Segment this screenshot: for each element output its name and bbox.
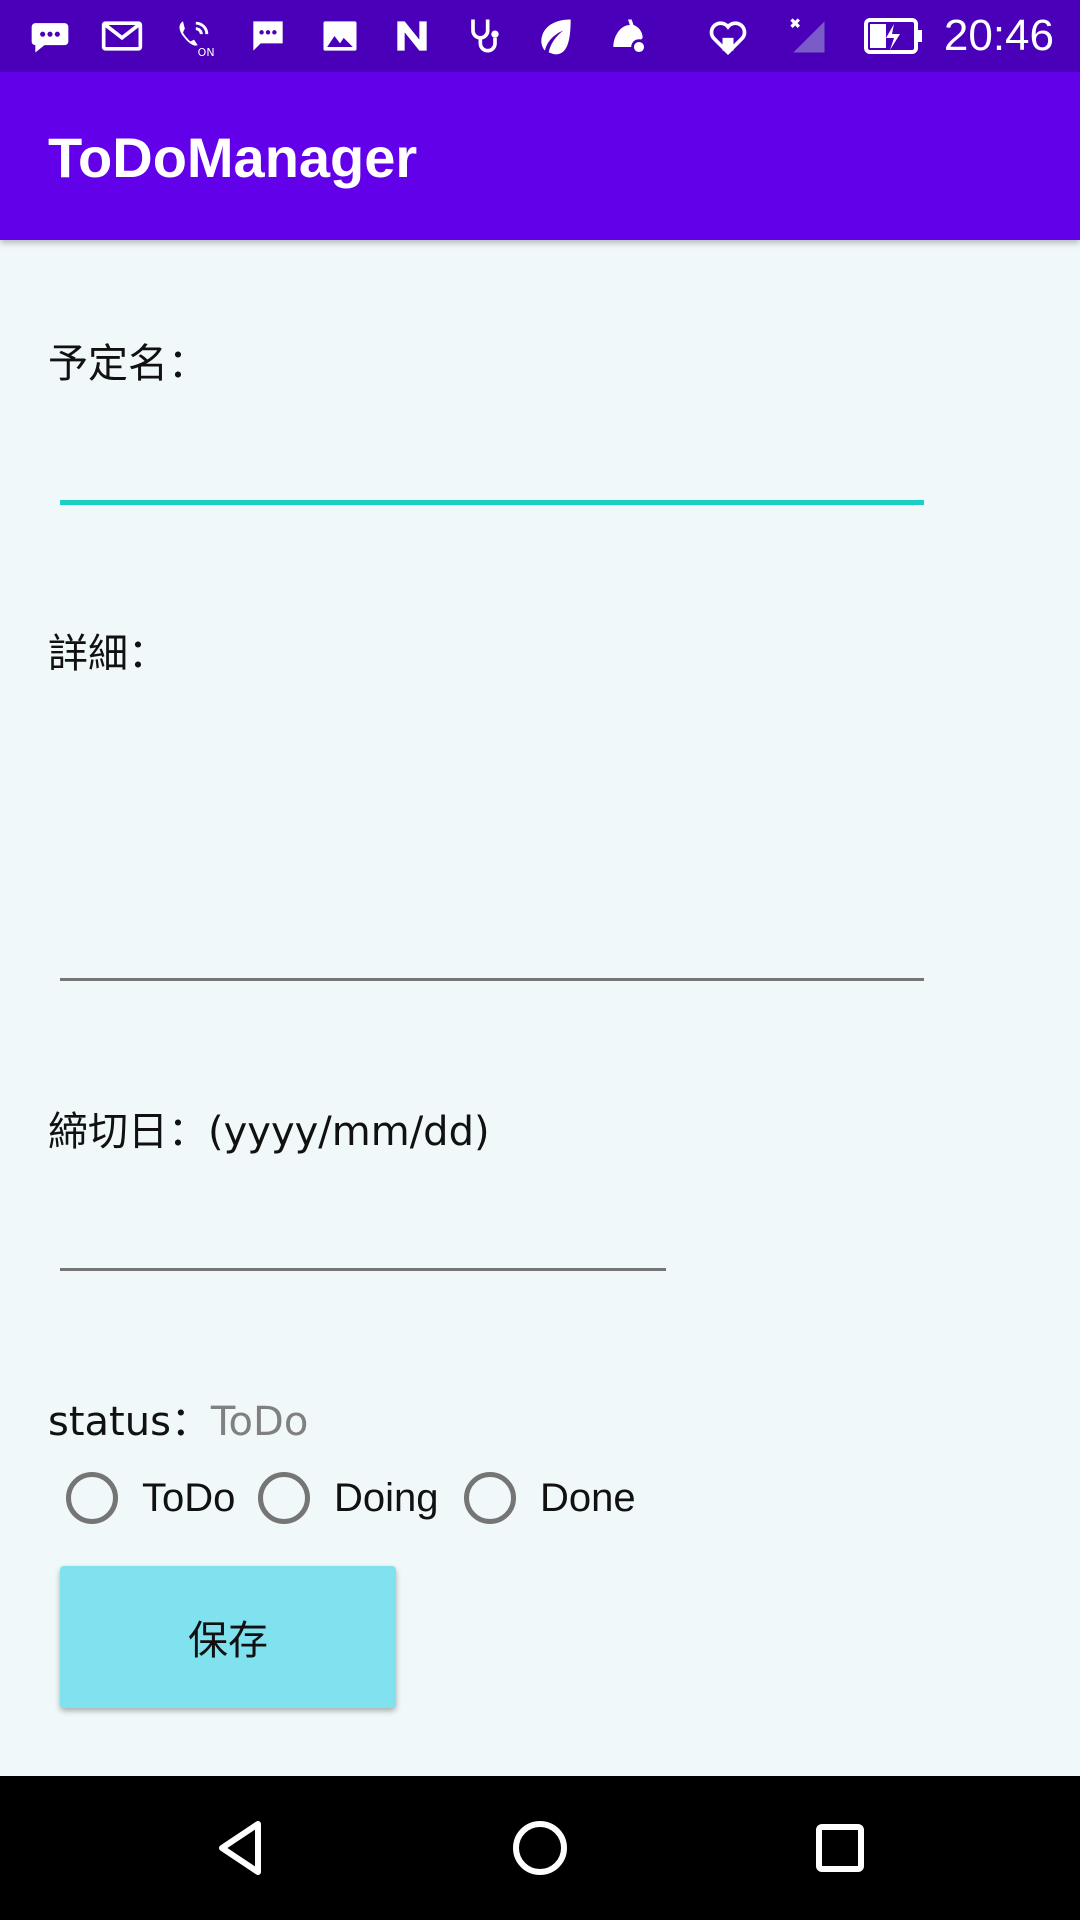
home-icon[interactable] [504,1812,576,1884]
status-label: status： [48,1399,211,1445]
back-icon[interactable] [204,1812,276,1884]
radio-todo[interactable]: ToDo [66,1466,235,1530]
radio-label-doing: Doing [334,1475,439,1520]
radio-label-done: Done [540,1475,636,1520]
android-settings-icon [606,14,650,58]
gmail-icon [100,14,144,58]
detail-input-underline [60,978,924,981]
due-date-input[interactable] [60,1200,670,1262]
n-logo-icon [390,14,434,58]
due-date-label: 締切日：(yyyy/mm/dd) [48,1109,490,1155]
status-value: ToDo [210,1399,309,1445]
sms-icon [246,14,290,58]
chat-bubble-icon [28,14,72,58]
radio-circle-icon[interactable] [66,1472,118,1524]
navigation-bar [0,1776,1080,1920]
radio-label-todo: ToDo [142,1475,236,1520]
radio-circle-icon[interactable] [258,1472,310,1524]
radio-done[interactable]: Done [464,1466,636,1530]
title-label: 予定名： [48,341,208,387]
no-signal-icon [786,14,830,58]
battery-charging-icon [864,14,924,58]
detail-label: 詳細： [48,631,168,677]
gallery-icon [318,14,362,58]
heart-shield-icon [706,14,750,58]
save-button[interactable]: 保存 [60,1566,396,1708]
app-title: ToDoManager [48,126,418,189]
due-date-input-underline [60,1268,666,1271]
status-line: status：ToDo [48,1396,308,1448]
app-bar: ToDoManager [0,72,1080,240]
title-input[interactable] [60,430,928,492]
recents-icon[interactable] [804,1812,876,1884]
radio-circle-icon[interactable] [464,1472,516,1524]
clock: 20:46 [943,11,1054,60]
status-bar: ON 20:46 [0,0,1080,72]
leaf-icon [534,14,578,58]
stethoscope-icon [462,14,506,58]
svg-text:ON: ON [198,46,215,58]
detail-input[interactable] [60,720,928,974]
radio-doing[interactable]: Doing [258,1466,439,1530]
wifi-calling-icon: ON [172,14,216,58]
title-input-underline [60,500,924,505]
